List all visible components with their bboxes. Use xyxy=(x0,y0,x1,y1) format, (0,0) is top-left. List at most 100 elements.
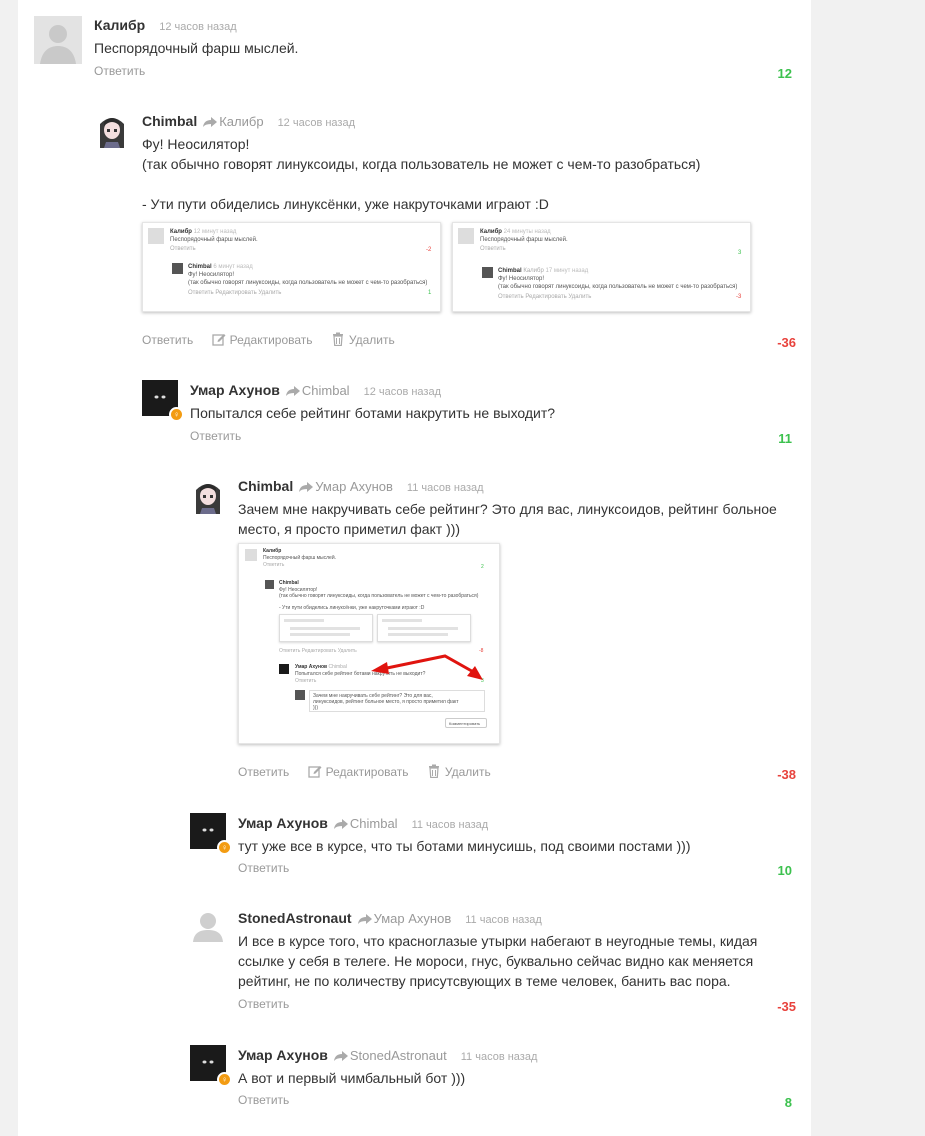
screenshot-score: 1 xyxy=(428,290,432,296)
anime-avatar-icon xyxy=(100,118,124,148)
attached-screenshot[interactable]: Калибр 24 минуты назад Песпорядочный фар… xyxy=(452,222,751,312)
timestamp[interactable]: 11 часов назад xyxy=(465,914,542,926)
comment-actions: Ответить Редактировать Удалить xyxy=(142,332,410,347)
nested-line xyxy=(388,627,458,630)
screenshot-text: Песпорядочный фарш мыслей. xyxy=(480,237,568,243)
edit-button[interactable]: Редактировать xyxy=(211,332,313,347)
screenshot-text: Калибр 12 минут назад xyxy=(170,229,237,235)
avatar[interactable] xyxy=(34,16,82,64)
reply-to-name: Умар Ахунов xyxy=(373,911,452,926)
reply-to-name: Калибр xyxy=(219,114,264,129)
avatar xyxy=(458,228,474,244)
comment-header: Chimbal Калибр 12 часов назад xyxy=(142,113,355,129)
edit-label: Редактировать xyxy=(325,765,409,779)
reply-button[interactable]: Ответить xyxy=(238,1093,289,1107)
reply-to[interactable]: Умар Ахунов xyxy=(357,911,452,926)
screenshot-text: (так обычно говорят линуксоиды, когда по… xyxy=(188,280,428,286)
nested-screenshot xyxy=(377,614,471,642)
screenshot-text: Калибр xyxy=(263,548,282,554)
nested-line xyxy=(284,619,324,622)
timestamp[interactable]: 11 часов назад xyxy=(461,1051,538,1063)
avatar[interactable]: ♀ xyxy=(190,1045,232,1087)
avatar[interactable]: ♀ xyxy=(142,380,184,422)
reply-to[interactable]: Умар Ахунов xyxy=(299,479,393,494)
comment-header: Chimbal Умар Ахунов 11 часов назад xyxy=(238,478,484,494)
submit-button: Комментировать xyxy=(445,718,487,728)
reply-button[interactable]: Ответить xyxy=(238,861,289,875)
rank-badge-icon: ♀ xyxy=(169,407,184,422)
edit-icon xyxy=(307,766,322,778)
reply-to[interactable]: StonedAstronaut xyxy=(333,1048,447,1063)
comment-actions: Ответить xyxy=(238,997,304,1011)
delete-label: Удалить xyxy=(348,333,395,347)
author-name[interactable]: Chimbal xyxy=(142,113,197,129)
reply-arrow-icon xyxy=(299,482,314,492)
reply-to[interactable]: Chimbal xyxy=(285,383,350,398)
screenshot-score: -2 xyxy=(426,247,432,253)
avatar[interactable] xyxy=(190,478,226,514)
reply-to[interactable]: Chimbal xyxy=(333,816,398,831)
draft-text: Зачем мне накручивать себе рейтинг? Это … xyxy=(313,693,459,711)
nested-line xyxy=(382,619,422,622)
attached-screenshot[interactable]: Калибр Песпорядочный фарш мыслей. Ответи… xyxy=(238,543,500,744)
user-placeholder-icon xyxy=(193,913,223,942)
author-name[interactable]: Умар Ахунов xyxy=(190,382,280,398)
screenshot-text: Ответить xyxy=(480,246,506,252)
author-name[interactable]: Умар Ахунов xyxy=(238,815,328,831)
author-name[interactable]: Умар Ахунов xyxy=(238,1047,328,1063)
avatar xyxy=(295,690,305,700)
comment-text: Попытался себе рейтинг ботами накрутить … xyxy=(190,405,556,421)
screenshot-text: Ответить Редактировать Удалить xyxy=(498,294,592,300)
comment-text: И все в курсе того, что красноглазые уты… xyxy=(238,933,758,989)
comment-header: StonedAstronaut Умар Ахунов 11 часов назад xyxy=(238,910,542,926)
screenshot-text: Chimbal 6 минут назад xyxy=(188,264,253,270)
nested-screenshot xyxy=(279,614,373,642)
delete-button[interactable]: Удалить xyxy=(331,332,395,347)
reply-button[interactable]: Ответить xyxy=(190,429,241,443)
author-name[interactable]: Калибр xyxy=(94,17,145,33)
comment-header: Умар Ахунов Chimbal 11 часов назад xyxy=(238,815,488,831)
reply-button[interactable]: Ответить xyxy=(94,64,145,78)
screenshot-text: Ответить xyxy=(170,246,196,252)
screenshot-text: Ответить xyxy=(263,562,285,568)
edit-button[interactable]: Редактировать xyxy=(307,764,409,779)
avatar[interactable] xyxy=(94,112,130,148)
author-name[interactable]: StonedAstronaut xyxy=(238,910,352,926)
avatar-face-icon xyxy=(202,1060,214,1064)
timestamp[interactable]: 12 часов назад xyxy=(159,21,236,33)
reply-button[interactable]: Ответить xyxy=(142,333,193,347)
user-placeholder-icon xyxy=(34,16,82,64)
comment-text: А вот и первый чимбальный бот ))) xyxy=(238,1070,466,1086)
comment-actions: Ответить Редактировать Удалить xyxy=(238,764,506,779)
avatar[interactable] xyxy=(190,908,226,944)
draft-box: Зачем мне накручивать себе рейтинг? Это … xyxy=(309,690,485,712)
reply-to[interactable]: Калибр xyxy=(203,114,264,129)
comment-actions: Ответить xyxy=(238,861,304,875)
avatar-face-icon xyxy=(154,395,166,399)
author-name[interactable]: Chimbal xyxy=(238,478,293,494)
avatar xyxy=(172,263,183,274)
delete-button[interactable]: Удалить xyxy=(427,764,491,779)
screenshot-text: (так обычно говорят линуксоиды, когда по… xyxy=(498,284,738,290)
nested-line xyxy=(290,627,360,630)
timestamp[interactable]: 12 часов назад xyxy=(278,117,355,129)
reply-arrow-icon xyxy=(203,117,218,127)
attached-screenshot[interactable]: Калибр 12 минут назад Песпорядочный фарш… xyxy=(142,222,441,312)
comment-text: Зачем мне накручивать себе рейтинг? Это … xyxy=(238,501,777,537)
comment-actions: Ответить xyxy=(94,64,160,78)
timestamp[interactable]: 11 часов назад xyxy=(407,482,484,494)
comment-score: -36 xyxy=(777,335,796,350)
timestamp[interactable]: 11 часов назад xyxy=(412,819,489,831)
reply-button[interactable]: Ответить xyxy=(238,765,289,779)
nested-line xyxy=(290,633,350,636)
edit-label: Редактировать xyxy=(229,333,313,347)
comment-header: Умар Ахунов Chimbal 12 часов назад xyxy=(190,382,441,398)
avatar[interactable]: ♀ xyxy=(190,813,232,855)
avatar xyxy=(265,580,274,589)
screenshot-score: -3 xyxy=(736,294,742,300)
edit-icon xyxy=(211,334,226,346)
screenshot-text: Chimbal Калибр 17 минут назад xyxy=(498,268,589,274)
timestamp[interactable]: 12 часов назад xyxy=(364,386,441,398)
comment-score: 10 xyxy=(777,863,792,878)
reply-button[interactable]: Ответить xyxy=(238,997,289,1011)
